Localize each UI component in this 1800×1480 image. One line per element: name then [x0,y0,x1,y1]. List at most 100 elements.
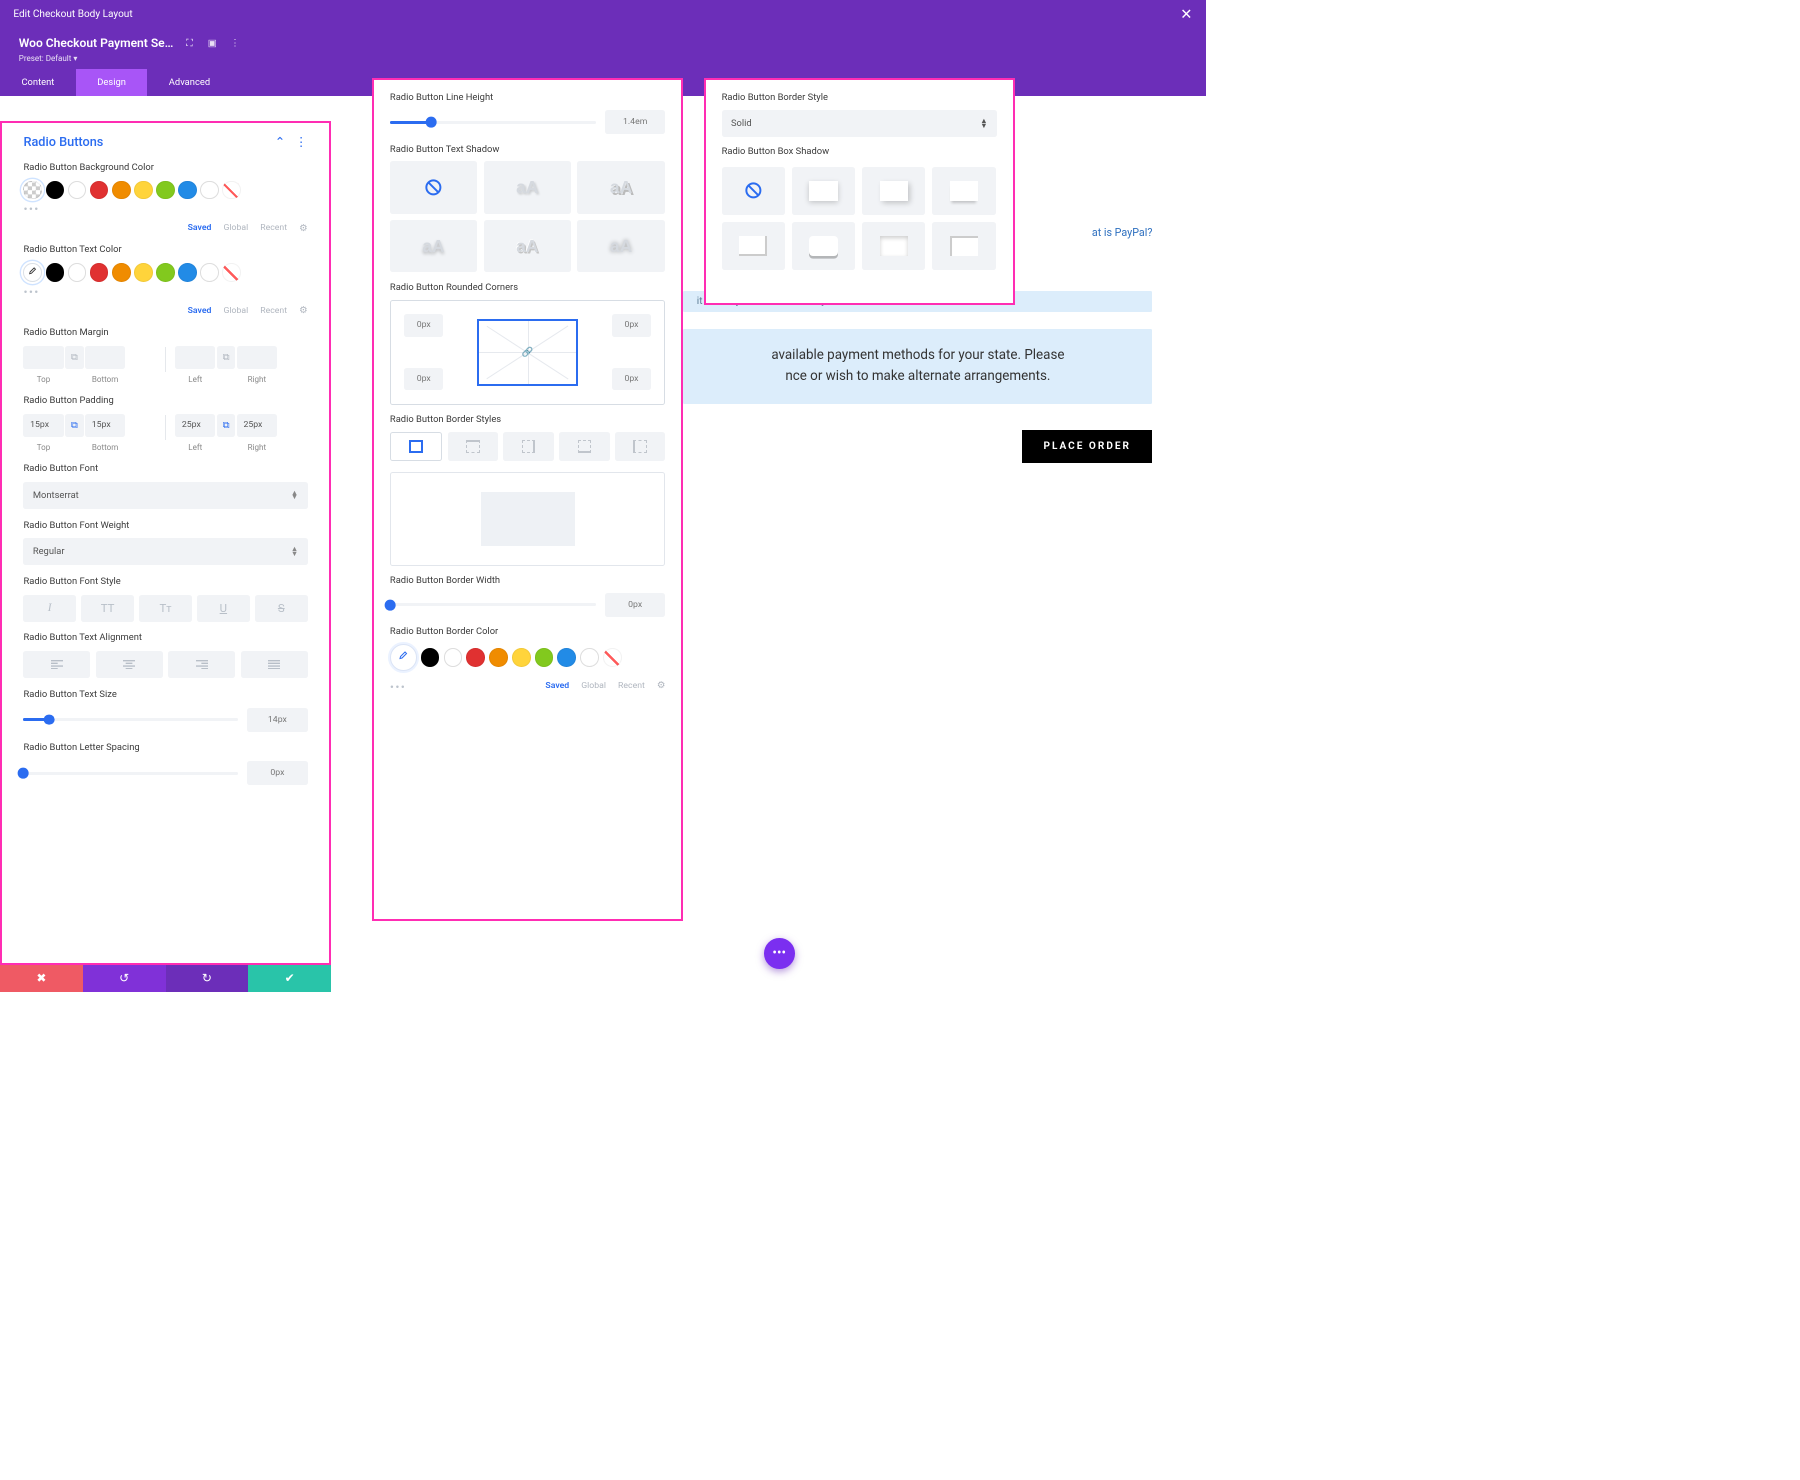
swatch-white[interactable] [68,181,87,200]
swatch-yellow[interactable] [512,648,531,667]
recent-tab[interactable]: Recent [260,306,287,316]
border-top[interactable] [448,432,498,461]
box-shadow-preset[interactable] [862,222,925,270]
align-right-button[interactable] [168,651,235,678]
box-shadow-preset[interactable] [932,222,995,270]
preset-dropdown[interactable]: Preset: Default ▾ [19,54,1188,63]
shadow-preset[interactable]: aA [390,220,477,272]
saved-tab[interactable]: Saved [545,681,569,691]
corner-link-box[interactable]: 🔗 [477,319,578,386]
box-shadow-preset[interactable] [792,167,855,215]
shadow-preset[interactable]: aA [577,161,664,213]
swatch-green[interactable] [156,263,175,282]
shadow-preset[interactable]: aA [484,161,571,213]
tab-advanced[interactable]: Advanced [147,69,231,96]
border-left[interactable] [615,432,665,461]
shadow-none[interactable] [390,161,477,213]
swatch-dropper[interactable] [390,644,417,671]
kebab-icon[interactable]: ⋮ [228,36,241,49]
align-center-button[interactable] [96,651,163,678]
border-right[interactable] [503,432,553,461]
padding-left-input[interactable] [175,414,215,437]
margin-top-input[interactable] [23,346,63,369]
line-height-slider[interactable] [390,121,596,124]
swatch-transparent[interactable] [23,181,42,200]
tab-content[interactable]: Content [0,69,76,96]
font-family-select[interactable]: Montserrat ▲▼ [23,482,307,509]
place-order-button[interactable]: PLACE ORDER [1022,430,1152,462]
swatch-yellow[interactable] [134,263,153,282]
discard-button[interactable]: ✖ [0,965,83,992]
undo-button[interactable]: ↺ [83,965,166,992]
saved-tab[interactable]: Saved [188,223,212,233]
saved-tab[interactable]: Saved [188,306,212,316]
swatch-black[interactable] [46,263,65,282]
swatch-orange[interactable] [489,648,508,667]
underline-button[interactable]: U [197,595,250,622]
close-icon[interactable]: ✕ [1180,5,1192,23]
text-size-value[interactable]: 14px [247,708,307,732]
swatch-none[interactable] [222,181,241,200]
corner-tr-input[interactable] [612,314,651,337]
corner-bl-input[interactable] [404,368,443,391]
line-height-value[interactable]: 1.4em [605,110,665,134]
swatch-red[interactable] [90,181,109,200]
swatch-green[interactable] [535,648,554,667]
box-shadow-preset[interactable] [722,222,785,270]
box-shadow-none[interactable] [722,167,785,215]
more-dots[interactable]: ••• [390,680,406,694]
global-tab[interactable]: Global [223,223,248,233]
padding-right-input[interactable] [237,414,277,437]
letter-spacing-slider[interactable] [23,772,237,775]
padding-top-input[interactable] [23,414,63,437]
margin-right-input[interactable] [237,346,277,369]
swatch-white2[interactable] [200,181,219,200]
swatch-white[interactable] [444,648,463,667]
swatch-yellow[interactable] [134,181,153,200]
uppercase-button[interactable]: TT [81,595,134,622]
swatch-white2[interactable] [580,648,599,667]
gear-icon[interactable]: ⚙ [299,305,307,316]
border-width-value[interactable]: 0px [605,593,665,617]
align-justify-button[interactable] [241,651,308,678]
text-size-slider[interactable] [23,718,237,721]
global-tab[interactable]: Global [223,306,248,316]
link-icon[interactable]: ⧉ [65,346,84,369]
shadow-preset[interactable]: aA [484,220,571,272]
border-bottom[interactable] [559,432,609,461]
recent-tab[interactable]: Recent [618,681,645,691]
expand-icon[interactable]: ⛶ [183,36,196,49]
smallcaps-button[interactable]: Tᴛ [139,595,192,622]
swatch-none[interactable] [222,263,241,282]
chevron-up-icon[interactable]: ⌃ [275,135,286,150]
swatch-white2[interactable] [200,263,219,282]
border-style-select[interactable]: Solid ▲▼ [722,110,997,137]
more-dots[interactable]: ••• [23,285,307,299]
gear-icon[interactable]: ⚙ [299,223,307,234]
font-weight-select[interactable]: Regular ▲▼ [23,538,307,565]
margin-left-input[interactable] [175,346,215,369]
letter-spacing-value[interactable]: 0px [247,761,307,785]
border-all-sides[interactable] [390,432,442,461]
link-icon[interactable]: ⧉ [65,414,84,437]
accordion-title[interactable]: Radio Buttons [23,135,103,150]
redo-button[interactable]: ↻ [166,965,249,992]
recent-tab[interactable]: Recent [260,223,287,233]
panel-icon[interactable]: ▣ [206,36,219,49]
swatch-blue[interactable] [178,263,197,282]
link-icon[interactable]: ⧉ [217,346,236,369]
link-icon[interactable]: ⧉ [217,414,236,437]
paypal-link[interactable]: at is PayPal? [1092,226,1153,239]
swatch-dropper[interactable] [23,263,42,282]
swatch-red[interactable] [90,263,109,282]
corner-br-input[interactable] [612,368,651,391]
swatch-none[interactable] [603,648,622,667]
swatch-white[interactable] [68,263,87,282]
tab-design[interactable]: Design [76,69,148,96]
gear-icon[interactable]: ⚙ [657,680,665,691]
swatch-green[interactable] [156,181,175,200]
padding-bottom-input[interactable] [85,414,125,437]
box-shadow-preset[interactable] [792,222,855,270]
margin-bottom-input[interactable] [85,346,125,369]
swatch-orange[interactable] [112,181,131,200]
